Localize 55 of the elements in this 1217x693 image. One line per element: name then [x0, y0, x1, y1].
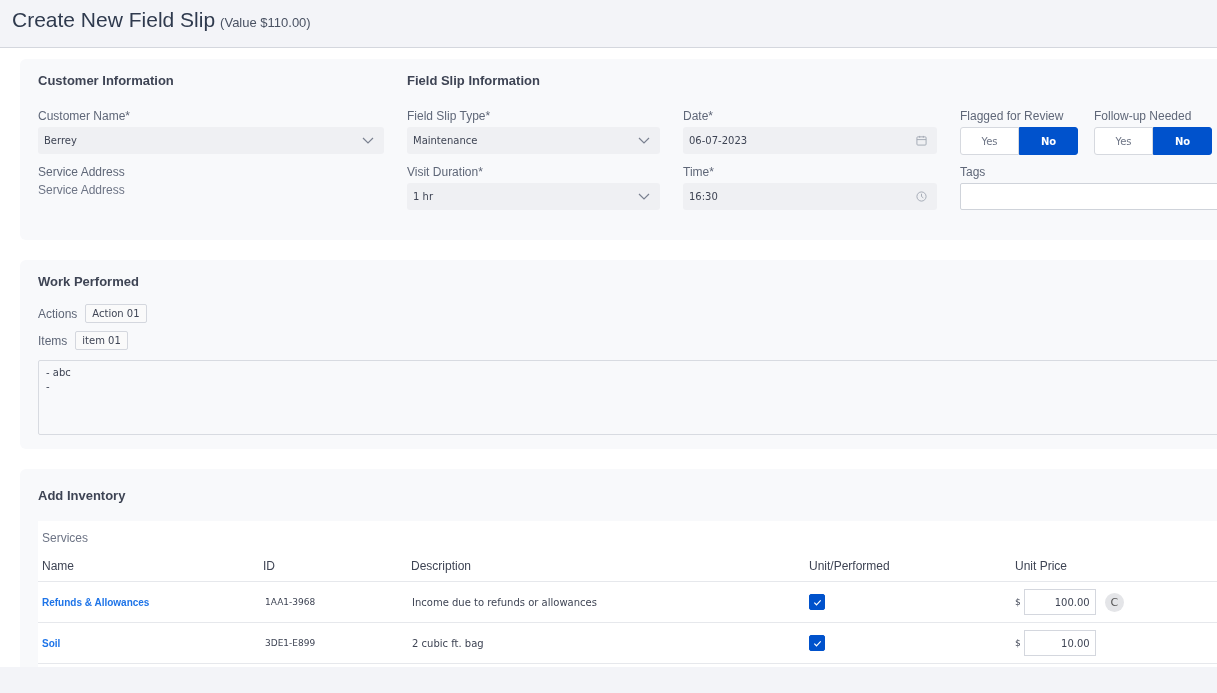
- table-cell: 2 cubic ft. bag: [411, 637, 484, 649]
- calendar-icon: [916, 135, 927, 146]
- chevron-down-icon: [362, 136, 374, 145]
- field-label: Visit Duration*: [407, 165, 484, 179]
- field-label: Date*: [683, 109, 715, 123]
- section-heading: Add Inventory: [38, 488, 127, 505]
- page-title: Create New Field Slip: [12, 8, 216, 32]
- column-header: ID: [263, 559, 276, 573]
- price-field[interactable]: 100.00: [1023, 589, 1096, 615]
- section-heading: Field Slip Information: [407, 73, 541, 90]
- section-heading: Customer Information: [38, 73, 175, 90]
- currency-symbol: $: [1015, 638, 1021, 648]
- checkbox[interactable]: [809, 635, 825, 651]
- type-select[interactable]: Maintenance: [407, 127, 660, 154]
- duration-select[interactable]: 1 hr: [407, 183, 660, 210]
- field-label: Customer Name*: [38, 109, 132, 123]
- tags-field[interactable]: [960, 183, 1217, 210]
- table-cell-text: 3DE1-E899: [264, 638, 316, 648]
- checkbox[interactable]: [809, 594, 825, 610]
- field-label: Field Slip Type*: [407, 109, 492, 123]
- section-heading: Work Performed: [38, 274, 140, 291]
- item-chip[interactable]: item 01: [75, 331, 128, 350]
- toggle-option[interactable]: No: [1019, 127, 1078, 155]
- field-label: Actions: [38, 306, 78, 321]
- column-header: Unit/Performed: [809, 559, 891, 573]
- column-header: Name: [42, 559, 75, 573]
- table-cell-text: 1AA1-3968: [264, 597, 316, 607]
- field-label: Follow-up Needed: [1094, 109, 1193, 123]
- item-link[interactable]: Soil: [42, 637, 61, 649]
- date-field[interactable]: 06-07-2023: [683, 127, 937, 154]
- price-field[interactable]: 10.00: [1023, 630, 1096, 656]
- notes-field[interactable]: - abc -: [38, 360, 1217, 435]
- customer-select[interactable]: Berrey: [38, 127, 384, 154]
- chevron-down-icon: [638, 136, 650, 145]
- column-header: Unit Price: [1015, 559, 1068, 573]
- item-link[interactable]: Refunds & Allowances: [42, 596, 150, 608]
- field-label: Service Address: [38, 165, 126, 179]
- field-label: Tags: [960, 165, 987, 179]
- action-chip[interactable]: Action 01: [85, 304, 147, 323]
- slip-value: (Value $110.00): [220, 15, 311, 30]
- table-cell: Income due to refunds or allowances: [411, 596, 597, 608]
- toggle-option[interactable]: Yes: [1094, 127, 1153, 155]
- clear-button[interactable]: C: [1104, 592, 1124, 612]
- toggle-option[interactable]: No: [1153, 127, 1212, 155]
- column-header: Description: [411, 559, 473, 573]
- toggle-option[interactable]: Yes: [960, 127, 1019, 155]
- field-label: Items: [38, 333, 68, 348]
- currency-symbol: $: [1015, 597, 1021, 607]
- time-field[interactable]: 16:30: [683, 183, 937, 210]
- clock-icon: [916, 191, 927, 202]
- address-text: Service Address: [38, 183, 126, 197]
- section-label: Services: [42, 531, 88, 545]
- field-label: Time*: [683, 165, 715, 179]
- chevron-down-icon: [638, 192, 650, 201]
- field-label: Flagged for Review: [960, 109, 1065, 123]
